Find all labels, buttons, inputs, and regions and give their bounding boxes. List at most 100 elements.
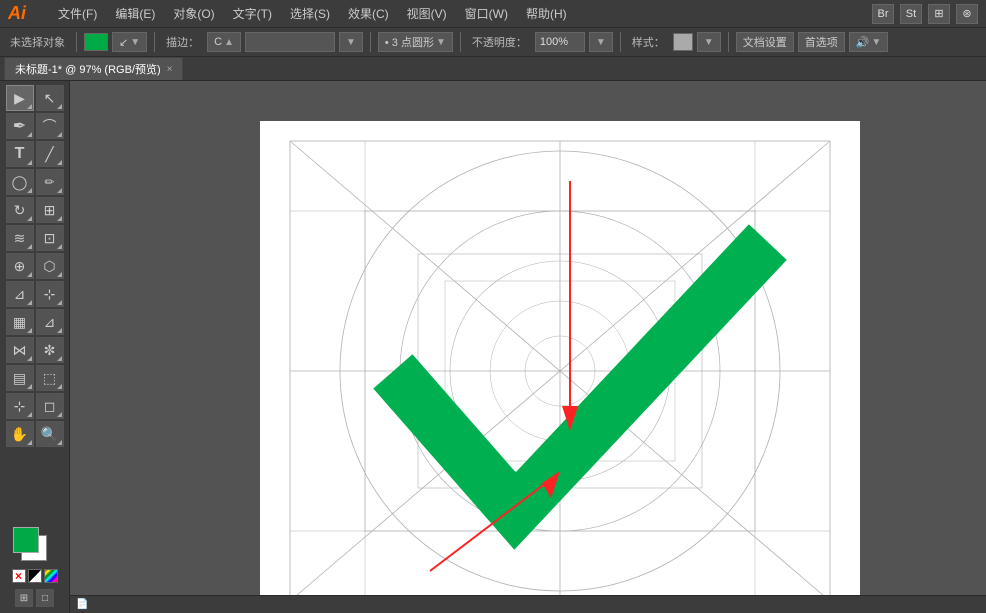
no-selection-label: 未选择对象 bbox=[6, 34, 69, 50]
pen-tool[interactable]: ✒ bbox=[6, 113, 34, 139]
zoom-tool[interactable]: 🔍 bbox=[36, 421, 64, 447]
toolbar-color-swatch[interactable] bbox=[84, 33, 108, 51]
rotate-tool[interactable]: ↻ bbox=[6, 197, 34, 223]
opacity-label: 不透明度： bbox=[468, 34, 531, 50]
title-bar: Ai 文件(F) 编辑(E) 对象(O) 文字(T) 选择(S) 效果(C) 视… bbox=[0, 0, 986, 27]
menu-view[interactable]: 视图(V) bbox=[399, 3, 455, 24]
eyedropper-tool[interactable]: ⊿ bbox=[36, 309, 64, 335]
canvas-area[interactable]: 📄 bbox=[70, 81, 986, 613]
grid-icon[interactable]: ⊞ bbox=[928, 4, 950, 24]
toolbar-sep-3 bbox=[370, 32, 371, 52]
type-tool[interactable]: T bbox=[6, 141, 34, 167]
ellipse-tool[interactable]: ◯ bbox=[6, 169, 34, 195]
speaker-btn[interactable]: 🔊 ▼ bbox=[849, 32, 889, 52]
blend-tool[interactable]: ⋈ bbox=[6, 337, 34, 363]
speaker-icon: 🔊 bbox=[856, 36, 870, 49]
stroke-mode-btn[interactable]: ↙ ▼ bbox=[112, 32, 147, 52]
free-transform-tool[interactable]: ⊡ bbox=[36, 225, 64, 251]
black-white-swatch[interactable] bbox=[28, 569, 42, 583]
tool-row-10: ⋈ ✼ bbox=[2, 337, 67, 363]
canvas-svg bbox=[260, 121, 860, 613]
tool-row-13: ✋ 🔍 bbox=[2, 421, 67, 447]
tool-row-3: T ╱ bbox=[2, 141, 67, 167]
shape-builder-tool[interactable]: ⊕ bbox=[6, 253, 34, 279]
column-graph-tool[interactable]: ▤ bbox=[6, 365, 34, 391]
menu-select[interactable]: 选择(S) bbox=[282, 3, 338, 24]
doc-settings-label: 文档设置 bbox=[743, 34, 787, 50]
style-dropdown-btn[interactable]: ▼ bbox=[697, 32, 721, 52]
toolbar-sep-5 bbox=[620, 32, 621, 52]
stroke-input[interactable] bbox=[245, 32, 335, 52]
opacity-dropdown-btn[interactable]: ▼ bbox=[589, 32, 613, 52]
change-screen-mode-btn[interactable]: □ bbox=[36, 589, 54, 607]
toolbar-sep-6 bbox=[728, 32, 729, 52]
toolbar-sep-1 bbox=[76, 32, 77, 52]
style-swatch[interactable] bbox=[673, 33, 693, 51]
bridge-icon[interactable]: Br bbox=[872, 4, 894, 24]
pencil-tool[interactable]: ✏ bbox=[36, 169, 64, 195]
curvature-tool[interactable]: ⌒ bbox=[36, 113, 64, 139]
stroke-unit: C bbox=[214, 36, 222, 48]
perspective-grid-tool[interactable]: ⊿ bbox=[6, 281, 34, 307]
main-layout: ▶ ↖ ✒ ⌒ T ╱ ◯ ✏ ↻ ⊞ ≋ ⊡ ⊕ ⬡ ⊿ ⊹ bbox=[0, 81, 986, 613]
tool-row-1: ▶ ↖ bbox=[2, 85, 67, 111]
tool-row-6: ≋ ⊡ bbox=[2, 225, 67, 251]
tool-row-8: ⊿ ⊹ bbox=[2, 281, 67, 307]
menu-window[interactable]: 窗口(W) bbox=[457, 3, 516, 24]
hand-tool[interactable]: ✋ bbox=[6, 421, 34, 447]
eraser-tool[interactable]: ◻ bbox=[36, 393, 64, 419]
reflect-tool[interactable]: ⊞ bbox=[36, 197, 64, 223]
extra-tools: ⊞ □ bbox=[2, 587, 67, 609]
stroke-value-btn[interactable]: C ▲ bbox=[207, 32, 241, 52]
app-logo: Ai bbox=[8, 3, 38, 24]
points-dropdown-arrow: ▼ bbox=[436, 37, 446, 48]
none-swatch[interactable]: × bbox=[12, 569, 26, 583]
symbol-sprayer-tool[interactable]: ✼ bbox=[36, 337, 64, 363]
points-label: • 3 点圆形 bbox=[385, 34, 434, 50]
title-bar-right: Br St ⊞ ⊛ bbox=[872, 4, 978, 24]
color-mode-swatch[interactable] bbox=[44, 569, 58, 583]
preferences-label: 首选项 bbox=[805, 34, 838, 50]
stroke-label: 描边： bbox=[162, 34, 203, 50]
tool-row-5: ↻ ⊞ bbox=[2, 197, 67, 223]
toggle-fill-stroke-btn[interactable]: ⊞ bbox=[15, 589, 33, 607]
document-tab[interactable]: 未标题-1* @ 97% (RGB/预览) × bbox=[4, 57, 183, 80]
line-tool[interactable]: ╱ bbox=[36, 141, 64, 167]
swatch-row: × bbox=[6, 569, 63, 583]
menu-help[interactable]: 帮助(H) bbox=[518, 3, 575, 24]
artboard-tool[interactable]: ⬚ bbox=[36, 365, 64, 391]
warp-tool[interactable]: ≋ bbox=[6, 225, 34, 251]
opacity-input[interactable] bbox=[535, 32, 585, 52]
bottom-bar: 📄 bbox=[70, 595, 986, 613]
tool-row-2: ✒ ⌒ bbox=[2, 113, 67, 139]
toolbar-sep-4 bbox=[460, 32, 461, 52]
style-label: 样式： bbox=[628, 34, 669, 50]
color-swatch-stack bbox=[13, 527, 57, 567]
mesh-tool[interactable]: ⊹ bbox=[36, 281, 64, 307]
preferences-btn[interactable]: 首选项 bbox=[798, 32, 845, 52]
doc-settings-btn[interactable]: 文档设置 bbox=[736, 32, 794, 52]
broadcast-icon[interactable]: ⊛ bbox=[956, 4, 978, 24]
tab-close-btn[interactable]: × bbox=[167, 64, 173, 75]
stroke-dropdown-btn[interactable]: ▼ bbox=[339, 32, 363, 52]
menu-edit[interactable]: 编辑(E) bbox=[107, 3, 163, 24]
tab-bar: 未标题-1* @ 97% (RGB/预览) × bbox=[0, 57, 986, 81]
gradient-tool[interactable]: ▦ bbox=[6, 309, 34, 335]
slice-tool[interactable]: ⊹ bbox=[6, 393, 34, 419]
stock-icon[interactable]: St bbox=[900, 4, 922, 24]
foreground-color-swatch[interactable] bbox=[13, 527, 39, 553]
points-btn[interactable]: • 3 点圆形 ▼ bbox=[378, 32, 453, 52]
stroke-dropdown-arrow: ▼ bbox=[130, 37, 140, 48]
menu-object[interactable]: 对象(O) bbox=[165, 3, 222, 24]
tool-row-12: ⊹ ◻ bbox=[2, 393, 67, 419]
menu-type[interactable]: 文字(T) bbox=[225, 3, 280, 24]
direct-select-tool[interactable]: ↖ bbox=[36, 85, 64, 111]
tool-row-11: ▤ ⬚ bbox=[2, 365, 67, 391]
live-paint-tool[interactable]: ⬡ bbox=[36, 253, 64, 279]
toolbar: 未选择对象 ↙ ▼ 描边： C ▲ ▼ • 3 点圆形 ▼ 不透明度： ▼ 样式… bbox=[0, 27, 986, 57]
select-tool[interactable]: ▶ bbox=[6, 85, 34, 111]
menu-effect[interactable]: 效果(C) bbox=[340, 3, 397, 24]
tool-row-4: ◯ ✏ bbox=[2, 169, 67, 195]
menu-bar: 文件(F) 编辑(E) 对象(O) 文字(T) 选择(S) 效果(C) 视图(V… bbox=[50, 3, 860, 24]
menu-file[interactable]: 文件(F) bbox=[50, 3, 105, 24]
